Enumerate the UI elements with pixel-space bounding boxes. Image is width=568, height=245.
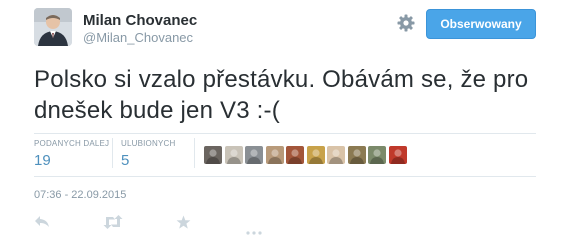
stats-separator: [112, 138, 113, 168]
tweet-text: Polsko si vzalo přestávku. Obávám se, že…: [34, 66, 529, 124]
favoriter-avatar[interactable]: [388, 146, 407, 164]
reply-icon[interactable]: [34, 215, 50, 234]
avatar-image: [34, 8, 72, 46]
favoriter-avatar[interactable]: [265, 146, 284, 164]
avatar[interactable]: [34, 8, 72, 46]
display-name[interactable]: Milan Chovanec: [83, 12, 197, 29]
divider-bottom: [34, 176, 536, 177]
likes-label: ULUBIONYCH: [121, 139, 176, 148]
favoriter-avatar[interactable]: [368, 146, 386, 164]
username-handle[interactable]: @Milan_Chovanec: [83, 30, 193, 45]
divider-top: [34, 133, 536, 134]
favoriter-avatar[interactable]: [245, 146, 263, 164]
favoriter-avatar[interactable]: [286, 146, 304, 164]
likes-count[interactable]: 5: [121, 152, 129, 169]
favoriter-avatar[interactable]: [347, 146, 366, 164]
favoriter-avatar[interactable]: [224, 146, 243, 164]
favorite-icon[interactable]: [176, 215, 191, 235]
tweet-timestamp[interactable]: 07:36 - 22.09.2015: [34, 189, 126, 201]
favoriter-avatar[interactable]: [306, 146, 325, 164]
more-icon[interactable]: [246, 222, 262, 240]
retweets-label: PODANYCH DALEJ: [34, 139, 110, 148]
stats-separator-2: [194, 138, 195, 168]
gear-icon[interactable]: [396, 13, 416, 33]
favoriter-avatar[interactable]: [204, 146, 222, 164]
favoriter-avatar[interactable]: [327, 146, 345, 164]
retweets-count[interactable]: 19: [34, 152, 51, 169]
following-button[interactable]: Obserwowany: [426, 9, 536, 39]
retweet-icon[interactable]: [103, 215, 123, 234]
